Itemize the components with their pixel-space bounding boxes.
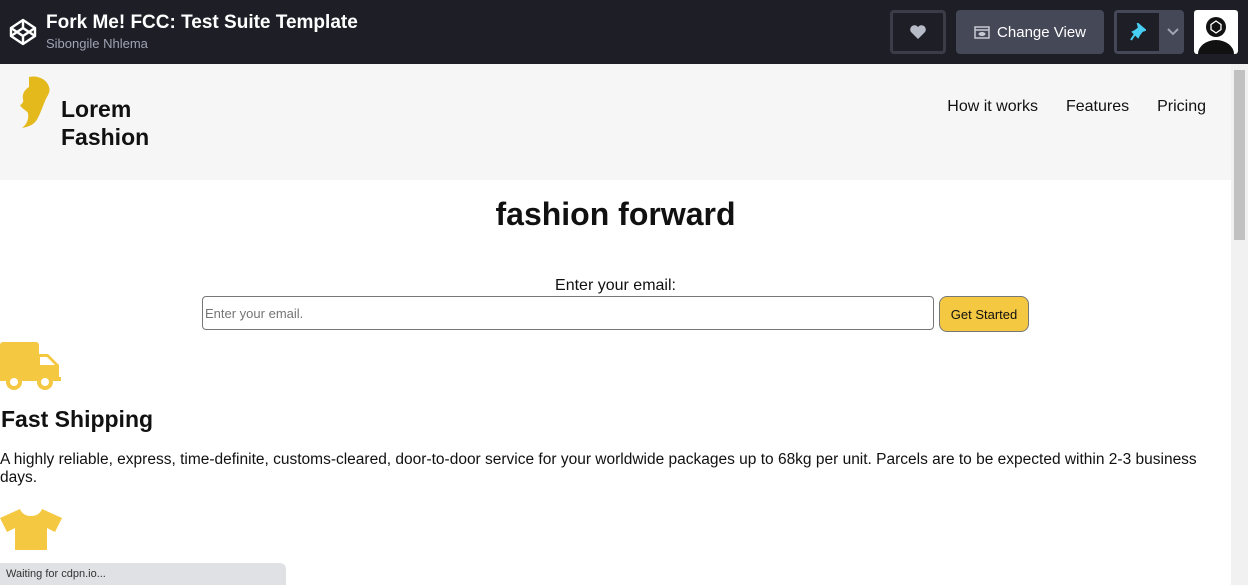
- email-form: Enter your email: Get Started: [0, 277, 1231, 332]
- pin-control: [1114, 10, 1184, 54]
- pen-author[interactable]: Sibongile Nhlema: [46, 36, 358, 52]
- brand-name: Lorem Fashion: [61, 96, 150, 150]
- codepen-topbar: Fork Me! FCC: Test Suite Template Sibong…: [0, 0, 1248, 64]
- feature-title: Fast Shipping: [1, 406, 154, 432]
- truck-icon: [0, 342, 61, 390]
- pin-button[interactable]: [1114, 10, 1162, 54]
- tshirt-icon: [0, 509, 62, 550]
- nav-bar: How it works Features Pricing: [947, 98, 1206, 116]
- nav-link-how-it-works[interactable]: How it works: [947, 98, 1038, 116]
- preview-frame: Lorem Fashion How it works Features Pric…: [0, 64, 1231, 585]
- site-header: Lorem Fashion How it works Features Pric…: [0, 64, 1231, 180]
- heart-icon: [910, 25, 926, 39]
- codepen-logo-icon[interactable]: [8, 17, 38, 47]
- status-bar: Waiting for cdpn.io...: [0, 563, 286, 585]
- view-icon: [974, 25, 990, 39]
- chevron-down-icon: [1167, 28, 1179, 36]
- hero-title: fashion forward: [495, 196, 736, 232]
- change-view-label: Change View: [997, 23, 1086, 41]
- email-label: Enter your email:: [555, 277, 676, 294]
- lion-logo-icon: [20, 76, 50, 128]
- get-started-button[interactable]: Get Started: [939, 296, 1029, 332]
- pen-title: Fork Me! FCC: Test Suite Template: [46, 12, 358, 33]
- feature-text: A highly reliable, express, time-definit…: [0, 451, 1197, 486]
- nav-link-features[interactable]: Features: [1066, 98, 1129, 116]
- user-avatar[interactable]: [1194, 10, 1238, 54]
- nav-link-pricing[interactable]: Pricing: [1157, 98, 1206, 116]
- change-view-button[interactable]: Change View: [956, 10, 1104, 54]
- pin-dropdown[interactable]: [1162, 10, 1184, 54]
- email-input[interactable]: [202, 296, 934, 330]
- like-button[interactable]: [890, 10, 947, 54]
- pin-icon: [1130, 23, 1146, 41]
- page-scrollbar[interactable]: [1231, 64, 1248, 585]
- feature-fast-shipping: Fast Shipping A highly reliable, express…: [0, 342, 1231, 487]
